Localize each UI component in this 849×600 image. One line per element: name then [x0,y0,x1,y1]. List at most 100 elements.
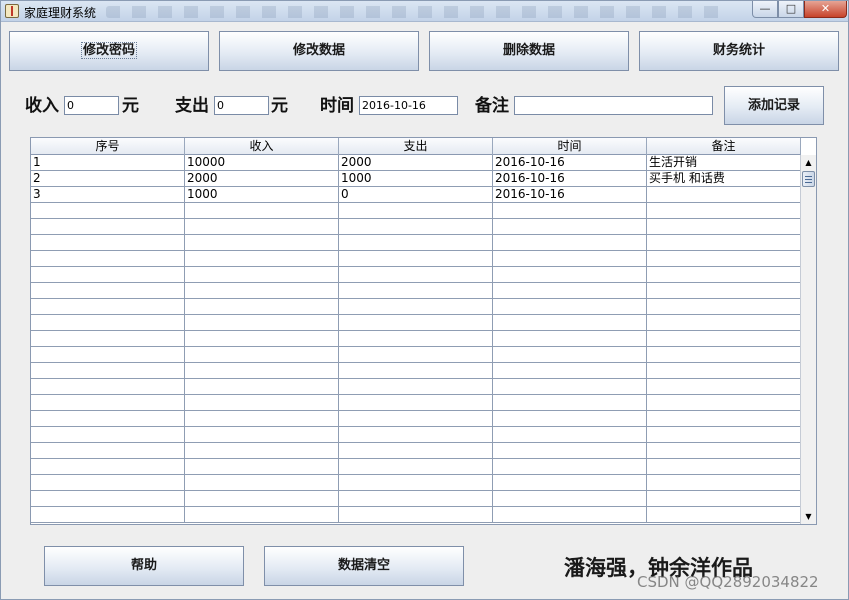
table-row[interactable] [31,379,801,395]
table-cell[interactable]: 2000 [339,155,493,170]
table-row[interactable] [31,331,801,347]
table-cell[interactable] [647,331,801,346]
expense-input[interactable] [214,96,269,115]
scroll-thumb[interactable] [802,171,815,187]
delete-data-button[interactable]: 删除数据 [429,31,629,71]
table-cell[interactable] [339,347,493,362]
table-cell[interactable] [647,379,801,394]
table-cell[interactable] [339,491,493,506]
maximize-button[interactable]: □ [778,1,804,18]
column-header-expense[interactable]: 支出 [339,138,493,155]
table-cell[interactable]: 3 [31,187,185,202]
table-cell[interactable]: 0 [339,187,493,202]
table-row[interactable] [31,427,801,443]
table-row[interactable] [31,347,801,363]
table-cell[interactable] [31,251,185,266]
table-cell[interactable] [31,491,185,506]
table-row[interactable]: 2 2000 1000 2016-10-16 买手机 和话费 [31,171,801,187]
table-cell[interactable] [185,235,339,250]
table-row[interactable] [31,315,801,331]
table-cell[interactable]: 1 [31,155,185,170]
table-cell[interactable] [339,267,493,282]
close-button[interactable]: ✕ [804,1,847,18]
table-cell[interactable] [185,203,339,218]
table-row[interactable] [31,203,801,219]
table-cell[interactable] [493,251,647,266]
table-cell[interactable]: 2016-10-16 [493,187,647,202]
table-cell[interactable] [647,235,801,250]
table-row[interactable] [31,411,801,427]
table-cell[interactable] [185,507,339,522]
table-cell[interactable] [493,363,647,378]
table-cell[interactable] [493,331,647,346]
column-header-note[interactable]: 备注 [647,138,801,155]
table-cell[interactable] [647,363,801,378]
scroll-up-arrow-icon[interactable]: ▲ [801,155,816,171]
table-cell[interactable] [185,331,339,346]
table-cell[interactable] [493,507,647,522]
table-cell[interactable] [31,363,185,378]
table-cell[interactable] [31,395,185,410]
table-cell[interactable] [31,379,185,394]
table-cell[interactable]: 2 [31,171,185,186]
table-row[interactable] [31,219,801,235]
table-row[interactable] [31,395,801,411]
table-cell[interactable] [31,283,185,298]
table-cell[interactable] [31,475,185,490]
table-cell[interactable] [339,475,493,490]
table-cell[interactable] [493,315,647,330]
table-cell[interactable] [493,427,647,442]
modify-data-button[interactable]: 修改数据 [219,31,419,71]
table-cell[interactable] [647,203,801,218]
table-cell[interactable] [647,491,801,506]
table-cell[interactable] [185,379,339,394]
table-row[interactable] [31,299,801,315]
minimize-button[interactable]: — [752,1,778,18]
table-cell[interactable] [339,379,493,394]
vertical-scrollbar[interactable]: ▲ ▼ [800,155,816,524]
table-cell[interactable] [493,491,647,506]
table-cell[interactable] [31,411,185,426]
table-cell[interactable] [647,427,801,442]
table-cell[interactable] [31,315,185,330]
table-cell[interactable] [493,347,647,362]
table-cell[interactable] [31,235,185,250]
table-cell[interactable] [647,187,801,202]
table-cell[interactable] [647,347,801,362]
table-cell[interactable] [185,395,339,410]
table-cell[interactable] [185,267,339,282]
table-cell[interactable] [185,443,339,458]
table-row[interactable] [31,491,801,507]
table-cell[interactable] [31,331,185,346]
table-cell[interactable] [339,235,493,250]
table-cell[interactable] [185,411,339,426]
table-cell[interactable]: 2016-10-16 [493,155,647,170]
clear-data-button[interactable]: 数据清空 [264,546,464,586]
table-cell[interactable]: 买手机 和话费 [647,171,801,186]
table-cell[interactable]: 1000 [185,187,339,202]
table-cell[interactable] [647,411,801,426]
table-row[interactable] [31,235,801,251]
table-cell[interactable] [31,299,185,314]
table-cell[interactable] [493,411,647,426]
table-cell[interactable] [185,459,339,474]
table-cell[interactable] [339,251,493,266]
help-button[interactable]: 帮助 [44,546,244,586]
table-cell[interactable] [339,315,493,330]
add-record-button[interactable]: 添加记录 [724,86,824,125]
table-cell[interactable] [339,427,493,442]
table-cell[interactable] [31,347,185,362]
income-input[interactable] [64,96,119,115]
table-cell[interactable] [185,363,339,378]
table-row[interactable] [31,363,801,379]
table-cell[interactable] [493,235,647,250]
table-row[interactable] [31,459,801,475]
column-header-income[interactable]: 收入 [185,138,339,155]
table-cell[interactable] [339,363,493,378]
table-cell[interactable] [31,267,185,282]
table-cell[interactable] [31,219,185,234]
time-input[interactable] [359,96,458,115]
table-cell[interactable]: 1000 [339,171,493,186]
table-row[interactable] [31,251,801,267]
table-cell[interactable]: 2016-10-16 [493,171,647,186]
